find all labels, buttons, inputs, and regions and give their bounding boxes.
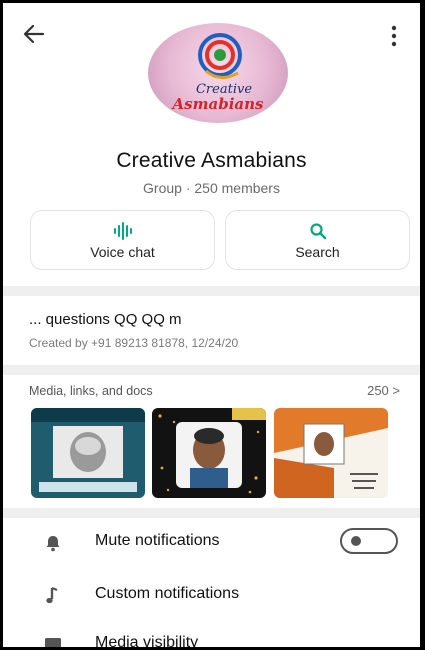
mute-notifications-label: Mute notifications	[95, 532, 220, 549]
image-icon	[45, 638, 61, 647]
custom-notifications-row[interactable]: Custom notifications	[3, 572, 420, 620]
creative-asmabians-logo: Creative Asmabians	[171, 33, 264, 113]
media-visibility-label: Media visibility	[95, 634, 199, 650]
group-member-count: Group · 250 members	[143, 180, 280, 196]
media-thumbnail[interactable]	[31, 408, 145, 498]
mute-notifications-row[interactable]: Mute notifications	[3, 519, 420, 567]
media-count-link[interactable]: 250 >	[367, 383, 400, 398]
search-button[interactable]: Search	[225, 210, 410, 270]
voice-chat-button[interactable]: Voice chat	[30, 210, 215, 270]
media-thumbnail[interactable]	[152, 408, 266, 498]
media-thumbnail[interactable]	[274, 408, 388, 498]
phone-screen: Creative Asmabians Creative Asmabians Gr…	[0, 0, 425, 650]
section-divider	[3, 508, 420, 518]
search-label: Search	[295, 244, 340, 260]
media-visibility-row[interactable]: Media visibility	[3, 621, 420, 650]
created-by-info: Created by +91 89213 81878, 12/24/20	[29, 336, 239, 350]
custom-notifications-label: Custom notifications	[95, 585, 240, 602]
music-note-icon	[46, 586, 58, 604]
arrow-left-icon[interactable]	[21, 21, 47, 47]
group-avatar[interactable]: Creative Asmabians	[148, 23, 288, 123]
toggle-knob	[351, 536, 361, 546]
mute-notifications-toggle[interactable]	[340, 528, 398, 554]
group-description[interactable]: ... questions QQ QQ m	[29, 311, 182, 328]
section-divider	[3, 365, 420, 375]
media-section-heading[interactable]: Media, links, and docs	[29, 384, 153, 398]
section-divider	[3, 286, 420, 296]
bell-icon	[46, 536, 60, 552]
svg-text:Asmabians: Asmabians	[171, 95, 264, 113]
search-icon	[226, 222, 409, 240]
group-name: Creative Asmabians	[116, 149, 307, 172]
voice-wave-icon	[31, 222, 214, 240]
voice-chat-label: Voice chat	[90, 244, 155, 260]
more-vertical-icon[interactable]	[384, 23, 404, 49]
